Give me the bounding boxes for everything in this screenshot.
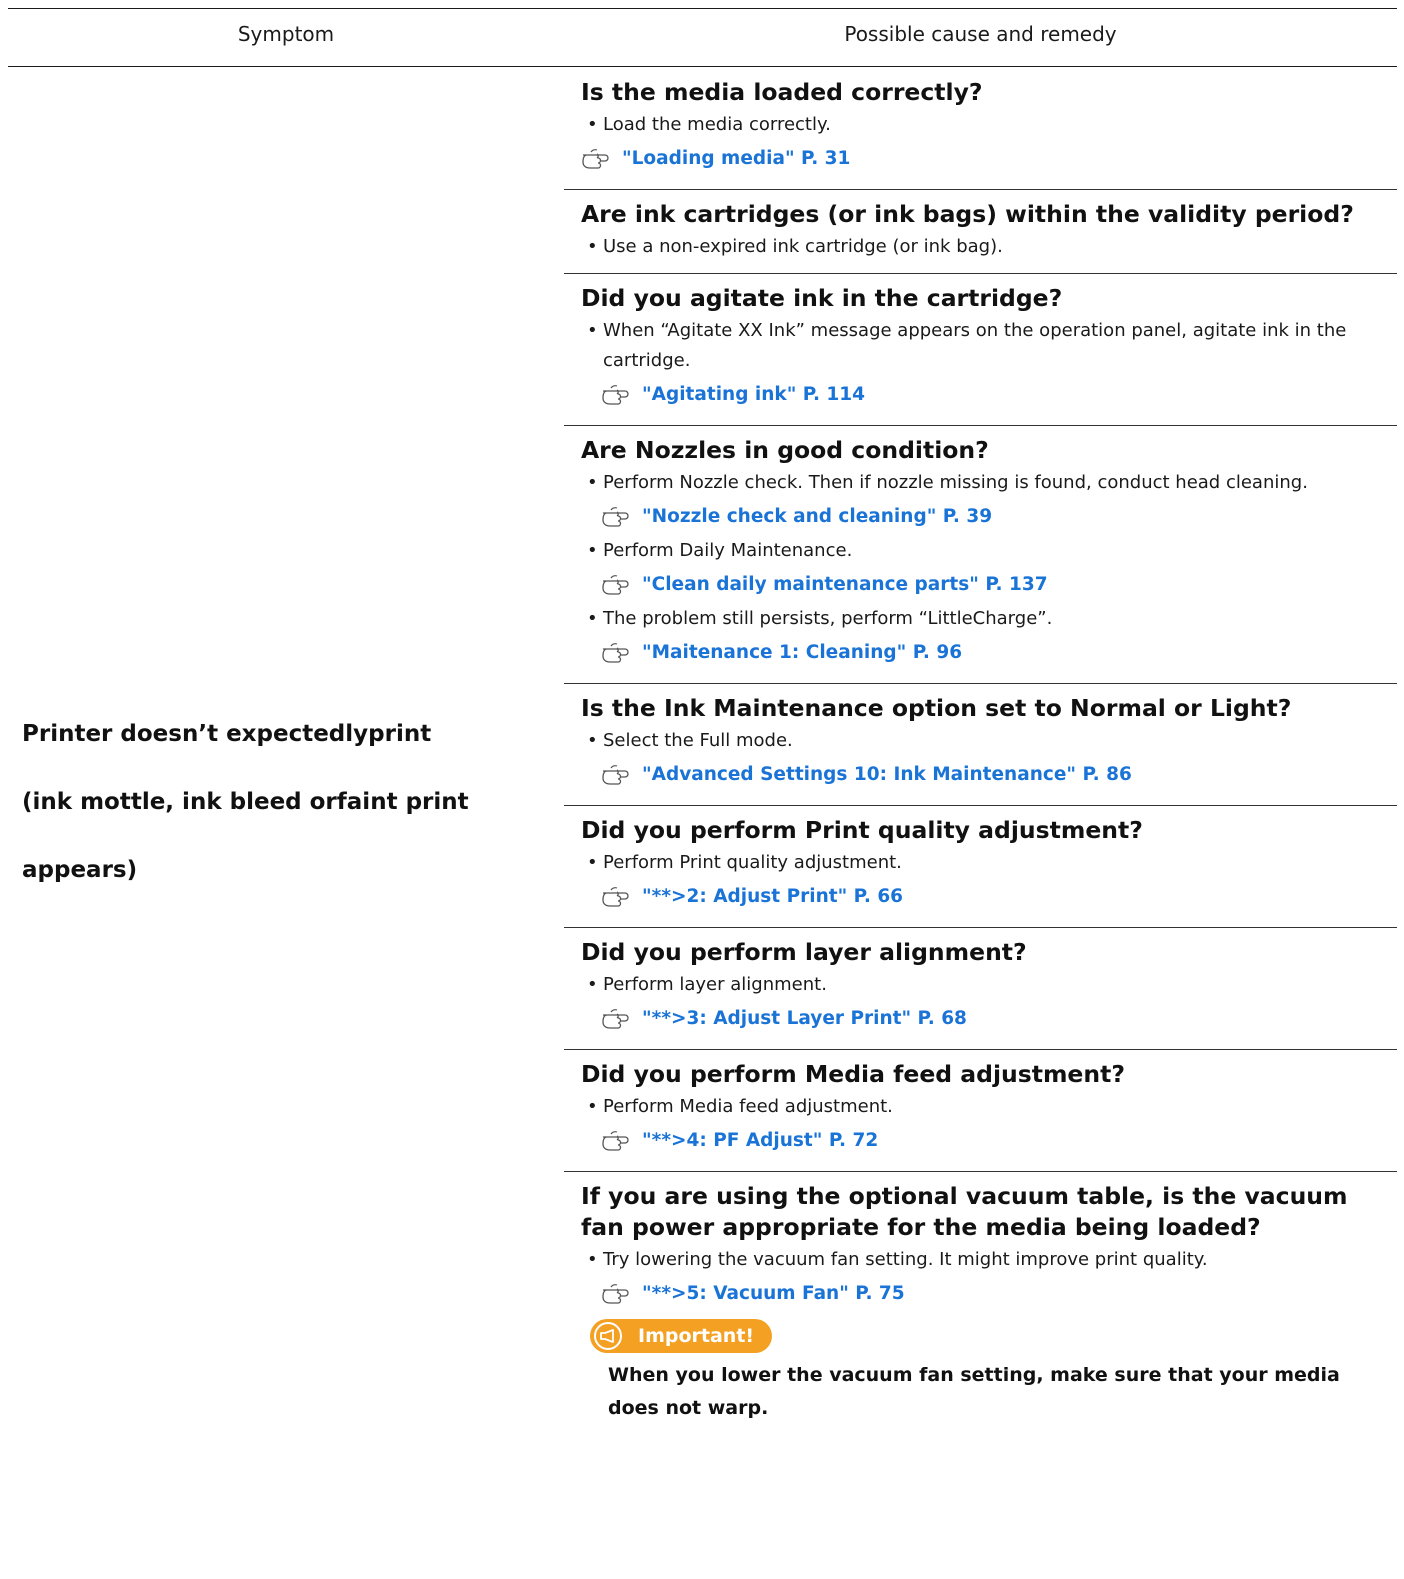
remedy-block-ink-maintenance: Is the Ink Maintenance option set to Nor…: [564, 684, 1397, 806]
remedy-question: Are ink cartridges (or ink bags) within …: [581, 200, 1354, 228]
remedy-block-agitate: Did you agitate ink in the cartridge? Wh…: [564, 274, 1397, 426]
remedy-bullet: The problem still persists, perform “Lit…: [581, 604, 1397, 634]
reference-link-text[interactable]: "Nozzle check and cleaning" P. 39: [642, 502, 992, 532]
remedy-bullet: Perform Nozzle check. Then if nozzle mis…: [581, 468, 1397, 498]
reference-link-text[interactable]: "Advanced Settings 10: Ink Maintenance" …: [642, 760, 1132, 790]
pointing-hand-icon: [602, 887, 629, 907]
pointing-hand-icon: [602, 507, 629, 527]
remedy-bullet: Select the Full mode.: [581, 726, 1397, 756]
remedy-question: Is the media loaded correctly?: [581, 78, 983, 106]
remedy-bullet: Load the media correctly.: [581, 110, 1397, 140]
remedy-block-nozzles: Are Nozzles in good condition? Perform N…: [564, 426, 1397, 684]
remedy-question: Did you perform layer alignment?: [581, 938, 1027, 966]
important-note: Important!: [590, 1319, 1397, 1353]
pointing-hand-icon: [602, 643, 629, 663]
remedy-question: Is the Ink Maintenance option set to Nor…: [581, 694, 1292, 722]
remedy-block-media-feed: Did you perform Media feed adjustment? P…: [564, 1050, 1397, 1172]
reference-link[interactable]: "Loading media" P. 31: [581, 144, 1397, 174]
remedy-bullet: Perform Print quality adjustment.: [581, 848, 1397, 878]
table-header-rule: [8, 66, 1397, 67]
reference-link-text[interactable]: "**>2: Adjust Print" P. 66: [642, 882, 903, 912]
pointing-hand-icon: [602, 765, 629, 785]
reference-link-text[interactable]: "**>4: PF Adjust" P. 72: [642, 1126, 878, 1156]
megaphone-icon: [594, 1322, 622, 1350]
column-header-cause: Possible cause and remedy: [844, 22, 1117, 46]
symptom-line: Printer doesn’t expectedlyprint: [22, 721, 432, 747]
remedy-block-layer-alignment: Did you perform layer alignment? Perform…: [564, 928, 1397, 1050]
reference-link-text[interactable]: "**>3: Adjust Layer Print" P. 68: [642, 1004, 967, 1034]
important-text: When you lower the vacuum fan setting, m…: [608, 1364, 1340, 1419]
reference-link[interactable]: "**>3: Adjust Layer Print" P. 68: [601, 1004, 1397, 1034]
column-header-symptom: Symptom: [237, 22, 335, 46]
remedy-block-vacuum-fan: If you are using the optional vacuum tab…: [564, 1172, 1397, 1436]
remedy-question: Did you agitate ink in the cartridge?: [581, 284, 1063, 312]
remedy-question: Did you perform Print quality adjustment…: [581, 816, 1143, 844]
reference-link-text[interactable]: "**>5: Vacuum Fan" P. 75: [642, 1279, 905, 1309]
remedy-bullet: Use a non-expired ink cartridge (or ink …: [581, 232, 1397, 262]
important-badge: Important!: [590, 1319, 773, 1353]
remedy-bullet: Perform layer alignment.: [581, 970, 1397, 1000]
reference-link[interactable]: "Advanced Settings 10: Ink Maintenance" …: [601, 760, 1397, 790]
reference-link-text[interactable]: "Clean daily maintenance parts" P. 137: [642, 570, 1048, 600]
symptom-line: appears): [22, 857, 138, 883]
reference-link-text[interactable]: "Agitating ink" P. 114: [642, 380, 865, 410]
remedy-bullet: Perform Media feed adjustment.: [581, 1092, 1397, 1122]
reference-link[interactable]: "Maitenance 1: Cleaning" P. 96: [601, 638, 1397, 668]
pointing-hand-icon: [582, 149, 609, 169]
pointing-hand-icon: [602, 1009, 629, 1029]
remedy-block-print-quality: Did you perform Print quality adjustment…: [564, 806, 1397, 928]
remedy-question: Are Nozzles in good condition?: [581, 436, 989, 464]
reference-link[interactable]: "Agitating ink" P. 114: [601, 380, 1397, 410]
reference-link-text[interactable]: "Loading media" P. 31: [622, 144, 850, 174]
symptom-cell: Printer doesn’t expectedlyprint (ink mot…: [22, 700, 562, 904]
pointing-hand-icon: [602, 575, 629, 595]
reference-link[interactable]: "Clean daily maintenance parts" P. 137: [601, 570, 1397, 600]
remedy-question: Did you perform Media feed adjustment?: [581, 1060, 1125, 1088]
important-label: Important!: [638, 1325, 755, 1347]
remedy-bullet: Perform Daily Maintenance.: [581, 536, 1397, 566]
remedy-bullet: When “Agitate XX Ink” message appears on…: [581, 316, 1397, 376]
reference-link[interactable]: "**>2: Adjust Print" P. 66: [601, 882, 1397, 912]
pointing-hand-icon: [602, 1284, 629, 1304]
reference-link[interactable]: "**>5: Vacuum Fan" P. 75: [601, 1279, 1397, 1309]
remedies-column: Is the media loaded correctly? Load the …: [564, 68, 1397, 1436]
reference-link-text[interactable]: "Maitenance 1: Cleaning" P. 96: [642, 638, 962, 668]
reference-link[interactable]: "**>4: PF Adjust" P. 72: [601, 1126, 1397, 1156]
remedy-question: If you are using the optional vacuum tab…: [581, 1182, 1348, 1241]
symptom-line: (ink mottle, ink bleed orfaint print: [22, 789, 469, 815]
remedy-block-validity: Are ink cartridges (or ink bags) within …: [564, 190, 1397, 274]
reference-link[interactable]: "Nozzle check and cleaning" P. 39: [601, 502, 1397, 532]
remedy-block-media-loaded: Is the media loaded correctly? Load the …: [564, 68, 1397, 190]
pointing-hand-icon: [602, 385, 629, 405]
table-top-rule: [8, 8, 1397, 9]
remedy-bullet: Try lowering the vacuum fan setting. It …: [581, 1245, 1397, 1275]
pointing-hand-icon: [602, 1131, 629, 1151]
